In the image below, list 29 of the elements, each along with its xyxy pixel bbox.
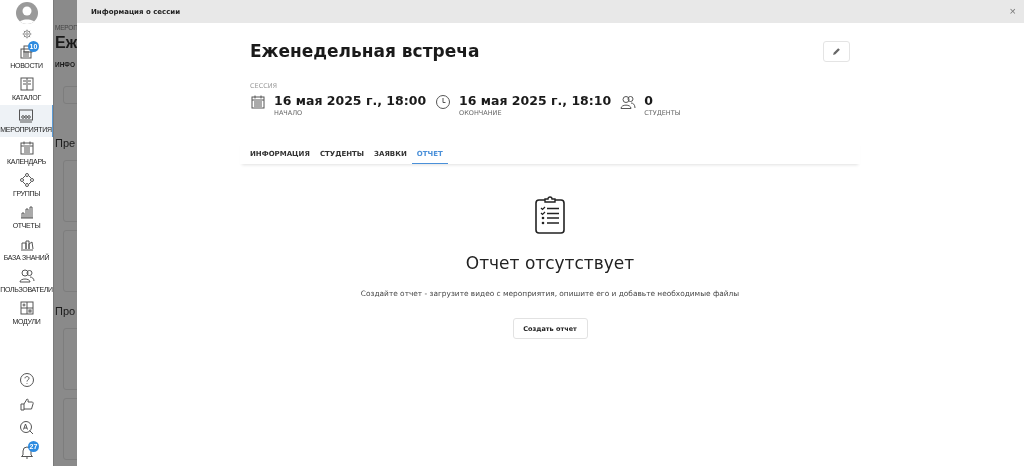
newspaper-icon xyxy=(18,44,35,60)
people-icon xyxy=(620,94,637,110)
stat-value: 0 xyxy=(644,93,654,109)
clock-icon xyxy=(435,94,452,110)
book-icon xyxy=(18,76,35,92)
section-heading: Пре xyxy=(55,136,76,151)
page-title: Еж xyxy=(55,33,77,53)
translate-icon[interactable] xyxy=(18,420,35,436)
stat-value: 16 мая 2025 г., 18:00 xyxy=(274,93,427,109)
presentation-icon xyxy=(18,108,34,124)
calendar-icon xyxy=(250,94,266,110)
stat-value: 16 мая 2025 г., 18:10 xyxy=(459,93,612,109)
help-icon[interactable] xyxy=(18,372,35,388)
pencil-icon xyxy=(832,46,841,56)
thumbs-up-icon[interactable] xyxy=(18,396,35,412)
clipboard-icon xyxy=(535,196,565,234)
group-icon xyxy=(18,172,35,188)
session-title: Еженедельная встреча xyxy=(250,40,480,63)
close-button[interactable]: × xyxy=(1009,6,1016,17)
users-icon xyxy=(18,268,35,284)
bar-chart-icon xyxy=(18,204,35,220)
bell-icon[interactable] xyxy=(18,444,35,460)
calendar-icon xyxy=(18,140,35,156)
empty-title: Отчет отсутствует xyxy=(465,253,635,273)
edit-button[interactable] xyxy=(823,40,850,62)
settings-icon[interactable] xyxy=(21,29,32,39)
avatar[interactable] xyxy=(15,2,38,24)
modules-icon xyxy=(18,300,35,316)
section-heading: Про xyxy=(55,304,76,319)
